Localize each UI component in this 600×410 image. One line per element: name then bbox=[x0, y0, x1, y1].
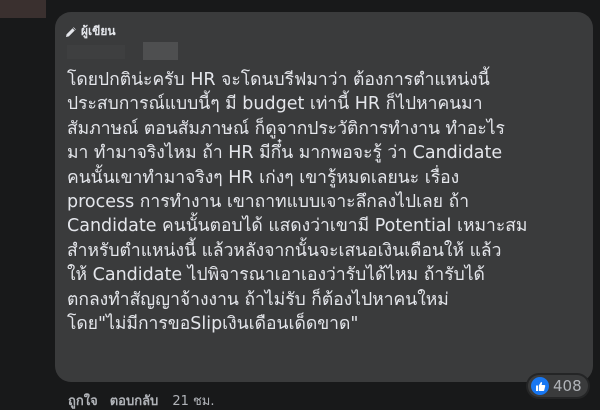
author-badge: ผู้เขียน bbox=[65, 22, 116, 41]
comment-text: โดยปกติน่ะครับ HR จะโดนบรีฟมาว่า ต้องการ… bbox=[67, 70, 528, 335]
reaction-summary[interactable]: 408 bbox=[528, 375, 588, 397]
redacted-author-name-part[interactable] bbox=[143, 42, 178, 60]
like-button[interactable]: ถูกใจ bbox=[68, 390, 98, 410]
previous-comment-fragment bbox=[0, 0, 46, 18]
reply-button[interactable]: ตอบกลับ bbox=[110, 390, 159, 410]
pencil-icon bbox=[66, 26, 76, 37]
comment-actions: ถูกใจ ตอบกลับ 21 ชม. bbox=[68, 390, 215, 410]
comment-bubble: ผู้เขียน โดยปกติน่ะครับ HR จะโดนบรีฟมาว่… bbox=[55, 12, 593, 382]
comment-thread: ผู้เขียน โดยปกติน่ะครับ HR จะโดนบรีฟมาว่… bbox=[0, 0, 600, 410]
reaction-count: 408 bbox=[553, 377, 582, 395]
author-badge-label: ผู้เขียน bbox=[81, 24, 116, 38]
redacted-author-name[interactable] bbox=[67, 45, 125, 59]
comment-timestamp[interactable]: 21 ชม. bbox=[172, 390, 214, 410]
like-icon bbox=[531, 377, 549, 395]
